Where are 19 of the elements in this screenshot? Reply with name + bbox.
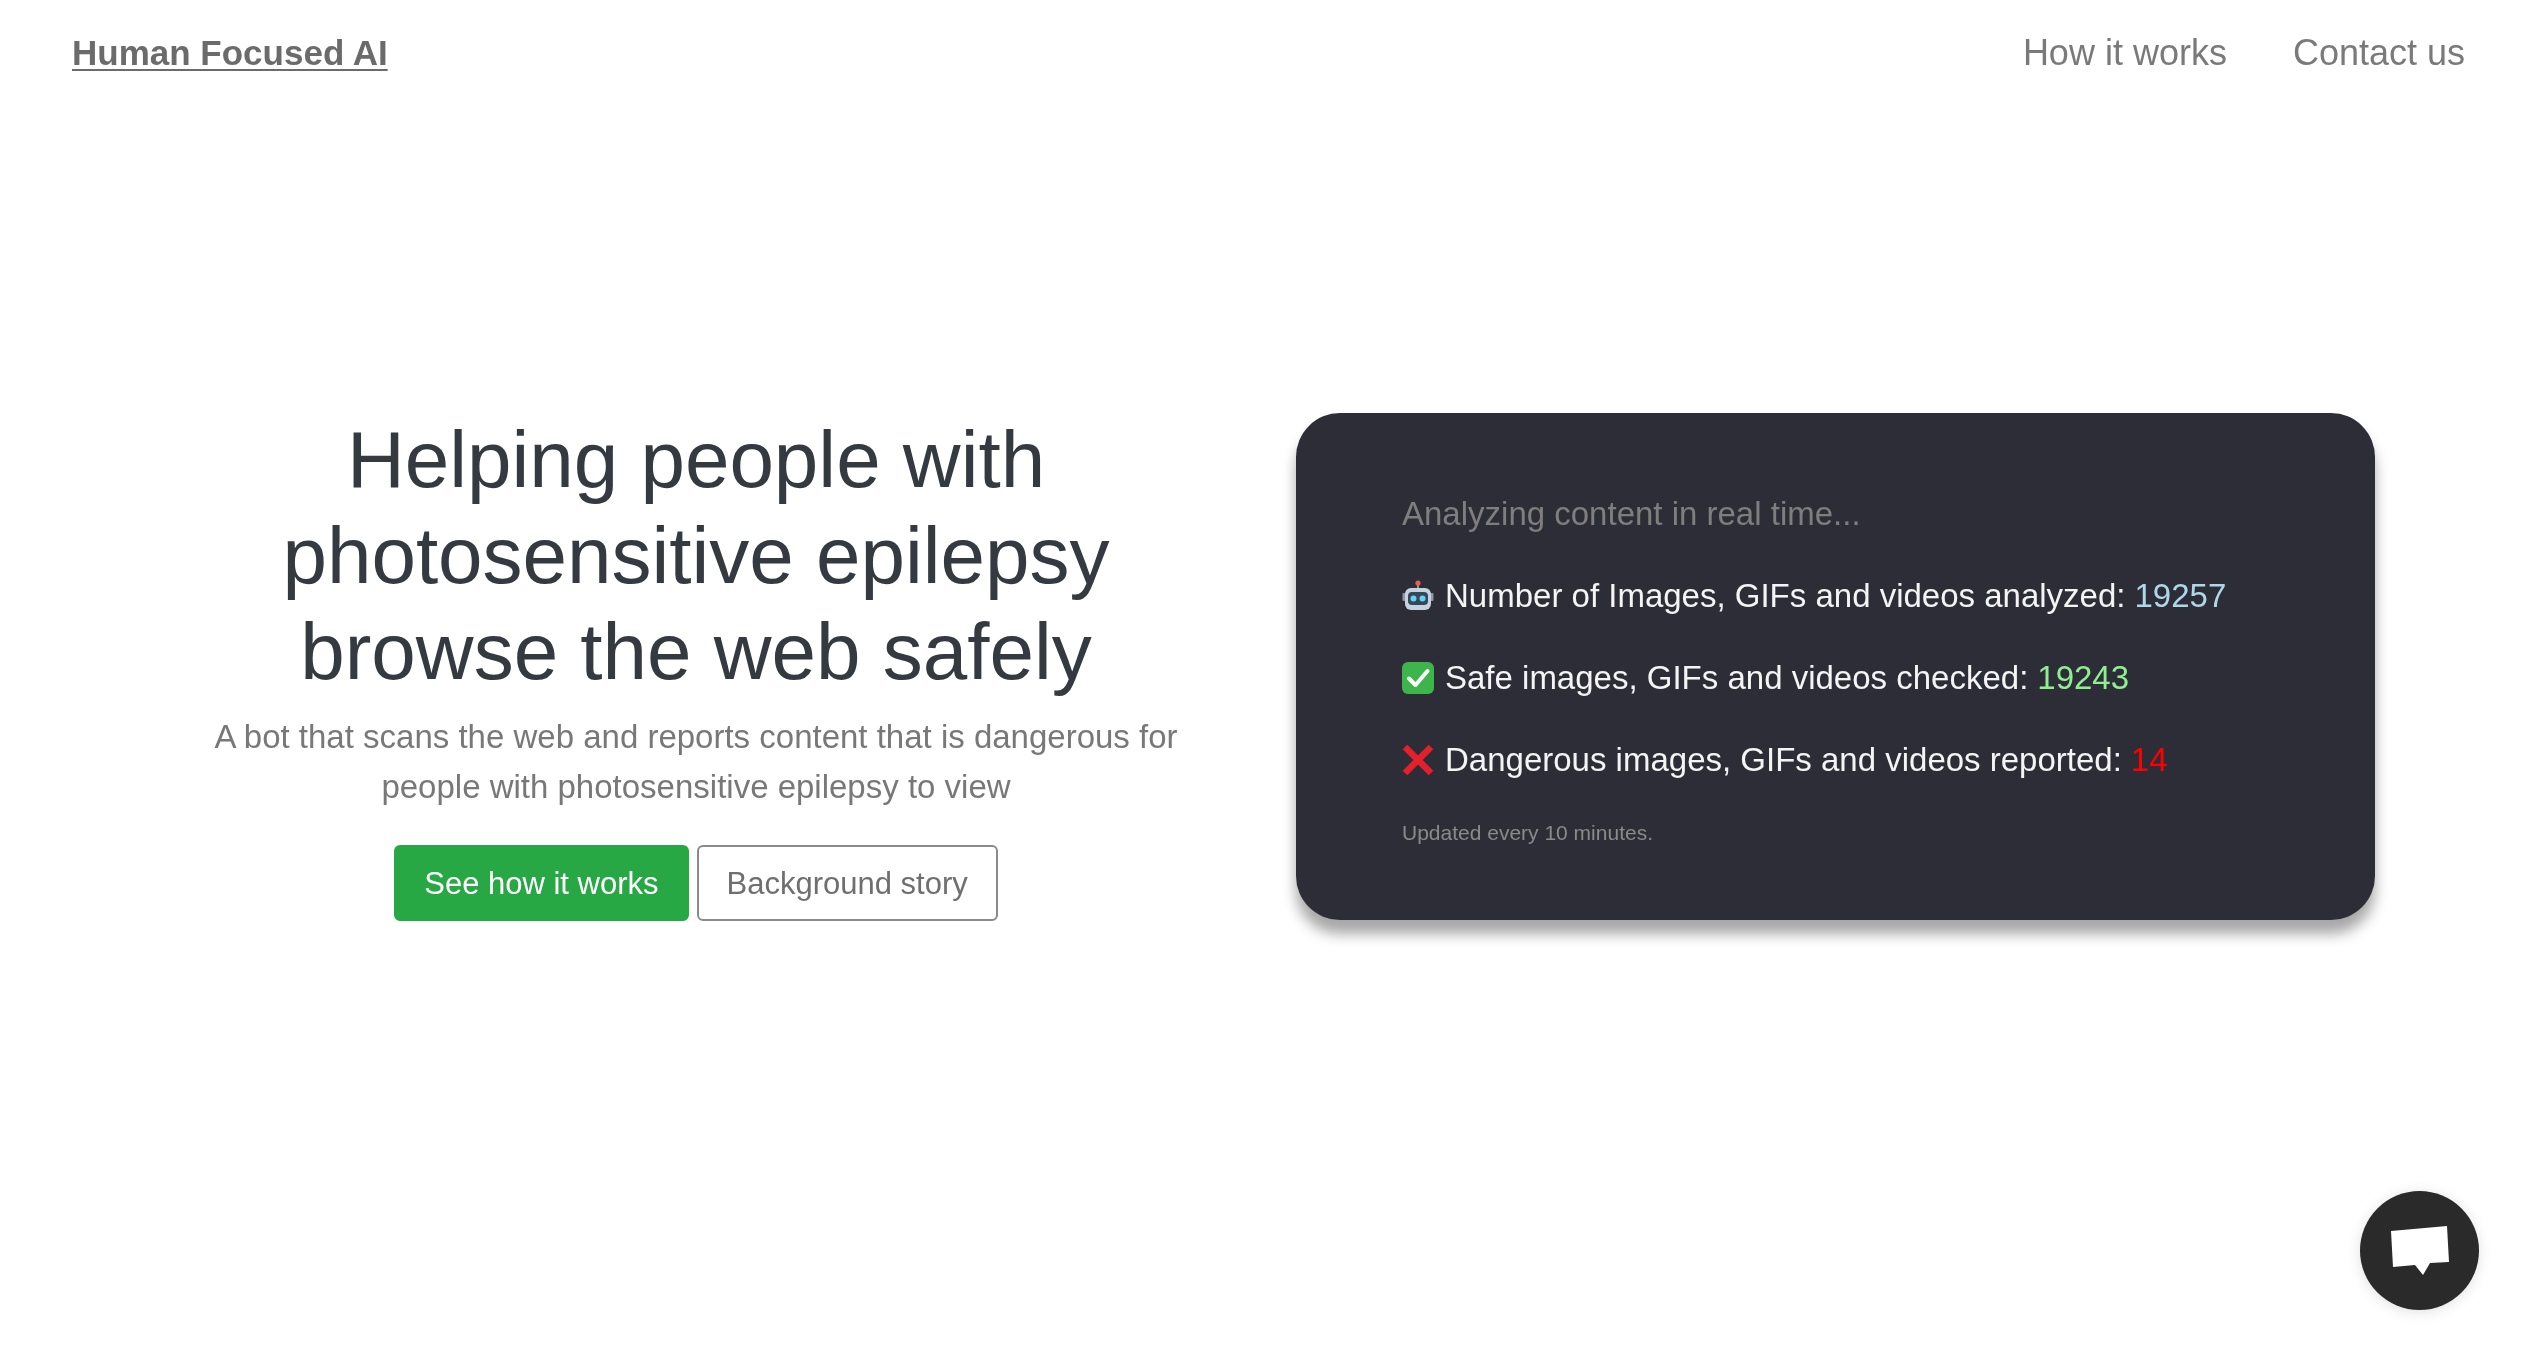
cross-icon xyxy=(1402,744,1434,776)
nav-link[interactable]: How it works xyxy=(2022,26,2227,80)
background-story-button[interactable]: Background story xyxy=(696,845,998,921)
hero-heading: Helping people with photosensitive epilepsy browse the web safely xyxy=(281,414,1111,698)
speech-bubble-icon xyxy=(2390,1226,2449,1275)
nav-link[interactable]: Contact us xyxy=(2292,26,2465,80)
stat-value: 19257 xyxy=(2134,576,2227,616)
stat-label: Number of Images, GIFs and videos analyzed: xyxy=(1445,576,2126,616)
stat-value: 19243 xyxy=(2037,658,2130,698)
stat-label: Safe images, GIFs and videos checked: xyxy=(1445,658,2029,698)
card-heading: Analyzing content in real time... xyxy=(1402,494,1862,534)
check-icon xyxy=(1402,662,1434,694)
stat-value: 14 xyxy=(2130,740,2168,780)
see-how-it-works-button[interactable]: See how it works xyxy=(394,845,689,921)
robot-icon xyxy=(1402,580,1434,612)
hero-description: A bot that scans the web and reports content that is dangerous for people with photosensitive epilepsy to view xyxy=(213,717,1179,807)
stat-label: Dangerous images, GIFs and videos reported: xyxy=(1445,740,2122,780)
brand-logo-link[interactable]: Human Focused AI xyxy=(72,26,388,80)
update-note: Updated every 10 minutes. xyxy=(1402,820,1654,846)
